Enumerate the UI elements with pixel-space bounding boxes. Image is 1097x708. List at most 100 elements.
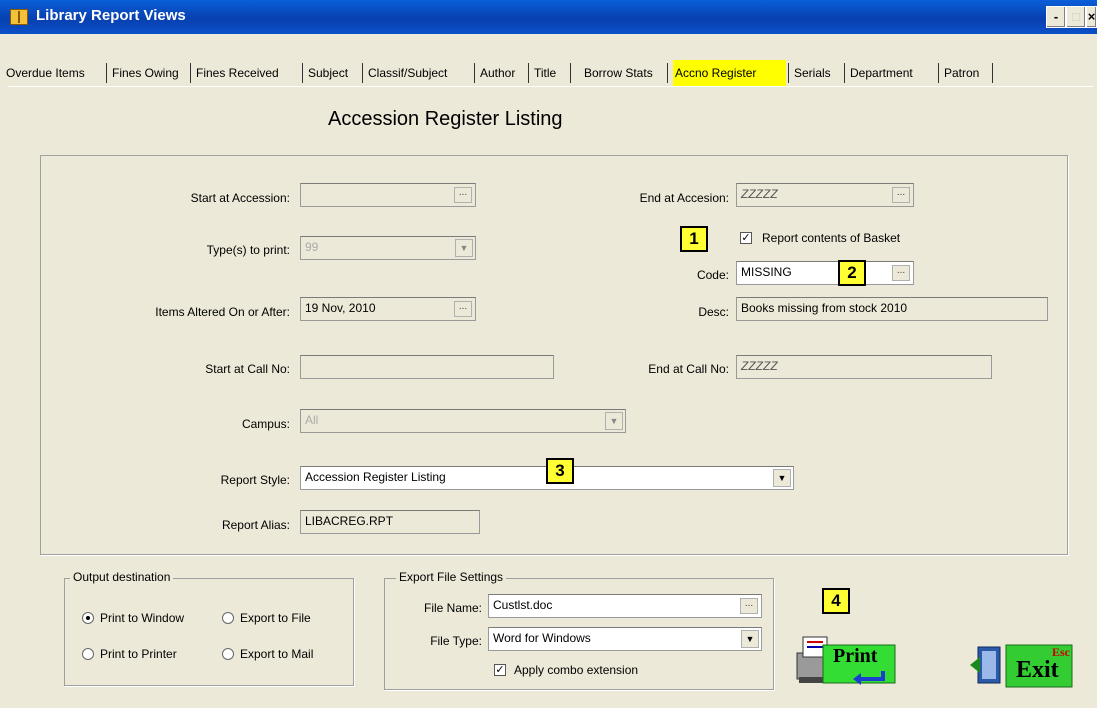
types-label: Type(s) to print:: [206, 243, 290, 257]
export-to-mail-radio[interactable]: [222, 648, 234, 660]
desc-value: Books missing from stock 2010: [741, 301, 908, 315]
export-to-file-radio[interactable]: [222, 612, 234, 624]
report-window: Library Report Views - □ × Overdue Items…: [0, 0, 1097, 708]
tab-divider: [667, 63, 668, 83]
print-to-window-label: Print to Window: [100, 611, 185, 625]
export-to-file-label: Export to File: [240, 611, 311, 625]
file-name-value: Custlst.doc: [493, 598, 553, 612]
tab-borrow-stats[interactable]: Borrow Stats: [584, 60, 653, 86]
tab-author[interactable]: Author: [480, 60, 515, 86]
close-button[interactable]: ×: [1086, 6, 1097, 28]
end-accession-field[interactable]: ZZZZZ ...: [736, 183, 914, 207]
desc-field[interactable]: Books missing from stock 2010: [736, 297, 1048, 321]
file-type-value: Word for Windows: [493, 631, 591, 645]
tab-divider: [844, 63, 845, 83]
code-field[interactable]: MISSING ...: [736, 261, 914, 285]
tab-accno-register[interactable]: Accno Register: [673, 60, 786, 86]
callout-2: 2: [838, 260, 866, 286]
report-basket-label: Report contents of Basket: [762, 231, 901, 245]
campus-select[interactable]: All ▼: [300, 409, 626, 433]
tab-subject[interactable]: Subject: [308, 60, 348, 86]
report-style-value: Accession Register Listing: [305, 470, 446, 484]
page-title: Accession Register Listing: [328, 108, 563, 130]
tab-fines-received[interactable]: Fines Received: [196, 60, 279, 86]
tab-fines-owing[interactable]: Fines Owing: [112, 60, 179, 86]
apply-combo-checkbox[interactable]: ✓: [494, 664, 506, 676]
start-accession-field[interactable]: ...: [300, 183, 476, 207]
tab-divider: [570, 63, 571, 83]
maximize-button[interactable]: □: [1066, 6, 1086, 28]
callout-3: 3: [546, 458, 574, 484]
items-altered-field[interactable]: 19 Nov, 2010 ...: [300, 297, 476, 321]
report-alias-value: LIBACREG.RPT: [305, 514, 394, 528]
start-call-label: Start at Call No:: [205, 362, 290, 376]
browse-file-button[interactable]: ...: [740, 598, 758, 614]
chevron-down-icon[interactable]: ▼: [455, 239, 473, 257]
report-basket-checkbox[interactable]: ✓: [740, 232, 752, 244]
print-to-printer-label: Print to Printer: [100, 647, 177, 661]
callout-4: 4: [822, 588, 850, 614]
start-accession-lookup-button[interactable]: ...: [454, 187, 472, 203]
title-bar: Library Report Views - □ ×: [0, 0, 1097, 34]
tab-divider: [190, 63, 191, 83]
tab-divider: [474, 63, 475, 83]
code-lookup-button[interactable]: ...: [892, 265, 910, 281]
chevron-down-icon[interactable]: ▼: [741, 630, 759, 648]
tab-divider: [302, 63, 303, 83]
report-alias-label: Report Alias:: [221, 518, 290, 532]
print-button-label: Print: [833, 645, 878, 667]
file-type-label: File Type:: [430, 634, 482, 648]
start-call-field[interactable]: [300, 355, 554, 379]
tab-divider: [362, 63, 363, 83]
chevron-down-icon[interactable]: ▼: [605, 412, 623, 430]
callout-1: 1: [680, 226, 708, 252]
items-altered-label: Items Altered On or After:: [155, 305, 290, 319]
exit-button[interactable]: Esc Exit: [968, 633, 1076, 691]
campus-label: Campus:: [241, 417, 290, 431]
end-accession-label: End at Accesion:: [639, 191, 729, 205]
end-call-value: ZZZZZ: [741, 359, 778, 373]
items-altered-value: 19 Nov, 2010: [305, 301, 376, 315]
export-settings-title: Export File Settings: [396, 570, 507, 584]
start-accession-label: Start at Accession:: [190, 191, 290, 205]
tab-patron[interactable]: Patron: [944, 60, 979, 86]
print-to-window-radio[interactable]: [82, 612, 94, 624]
report-style-label: Report Style:: [220, 473, 290, 487]
end-call-label: End at Call No:: [648, 362, 729, 376]
export-to-mail-label: Export to Mail: [240, 647, 314, 661]
types-select[interactable]: 99 ▼: [300, 236, 476, 260]
file-name-label: File Name:: [423, 601, 482, 615]
output-destination-group: [64, 578, 354, 686]
desc-label: Desc:: [698, 305, 729, 319]
tab-divider: [992, 63, 993, 83]
chevron-down-icon[interactable]: ▼: [773, 469, 791, 487]
tab-department[interactable]: Department: [850, 60, 913, 86]
tab-divider: [106, 63, 107, 83]
tab-serials[interactable]: Serials: [794, 60, 831, 86]
apply-combo-label: Apply combo extension: [514, 663, 639, 677]
window-title: Library Report Views: [36, 7, 186, 24]
types-value: 99: [305, 240, 319, 254]
code-value: MISSING: [741, 265, 792, 279]
date-picker-button[interactable]: ...: [454, 301, 472, 317]
report-tabs: Overdue Items Fines Owing Fines Received…: [4, 60, 1097, 86]
output-destination-title: Output destination: [70, 570, 174, 584]
tab-divider: [788, 63, 789, 83]
minimize-button[interactable]: -: [1046, 6, 1066, 28]
tab-divider: [938, 63, 939, 83]
tab-divider: [528, 63, 529, 83]
code-label: Code:: [696, 268, 729, 282]
book-icon: [10, 9, 28, 25]
print-button[interactable]: Print: [793, 633, 899, 689]
exit-button-label: Exit: [1016, 657, 1059, 683]
end-accession-value: ZZZZZ: [741, 187, 778, 201]
tab-overdue-items[interactable]: Overdue Items: [6, 60, 85, 86]
tab-classif-subject[interactable]: Classif/Subject: [368, 60, 447, 86]
end-accession-lookup-button[interactable]: ...: [892, 187, 910, 203]
file-type-select[interactable]: Word for Windows ▼: [488, 627, 762, 651]
report-alias-field[interactable]: LIBACREG.RPT: [300, 510, 480, 534]
print-to-printer-radio[interactable]: [82, 648, 94, 660]
file-name-field[interactable]: Custlst.doc ...: [488, 594, 762, 618]
tab-title[interactable]: Title: [534, 60, 556, 86]
end-call-field[interactable]: ZZZZZ: [736, 355, 992, 379]
